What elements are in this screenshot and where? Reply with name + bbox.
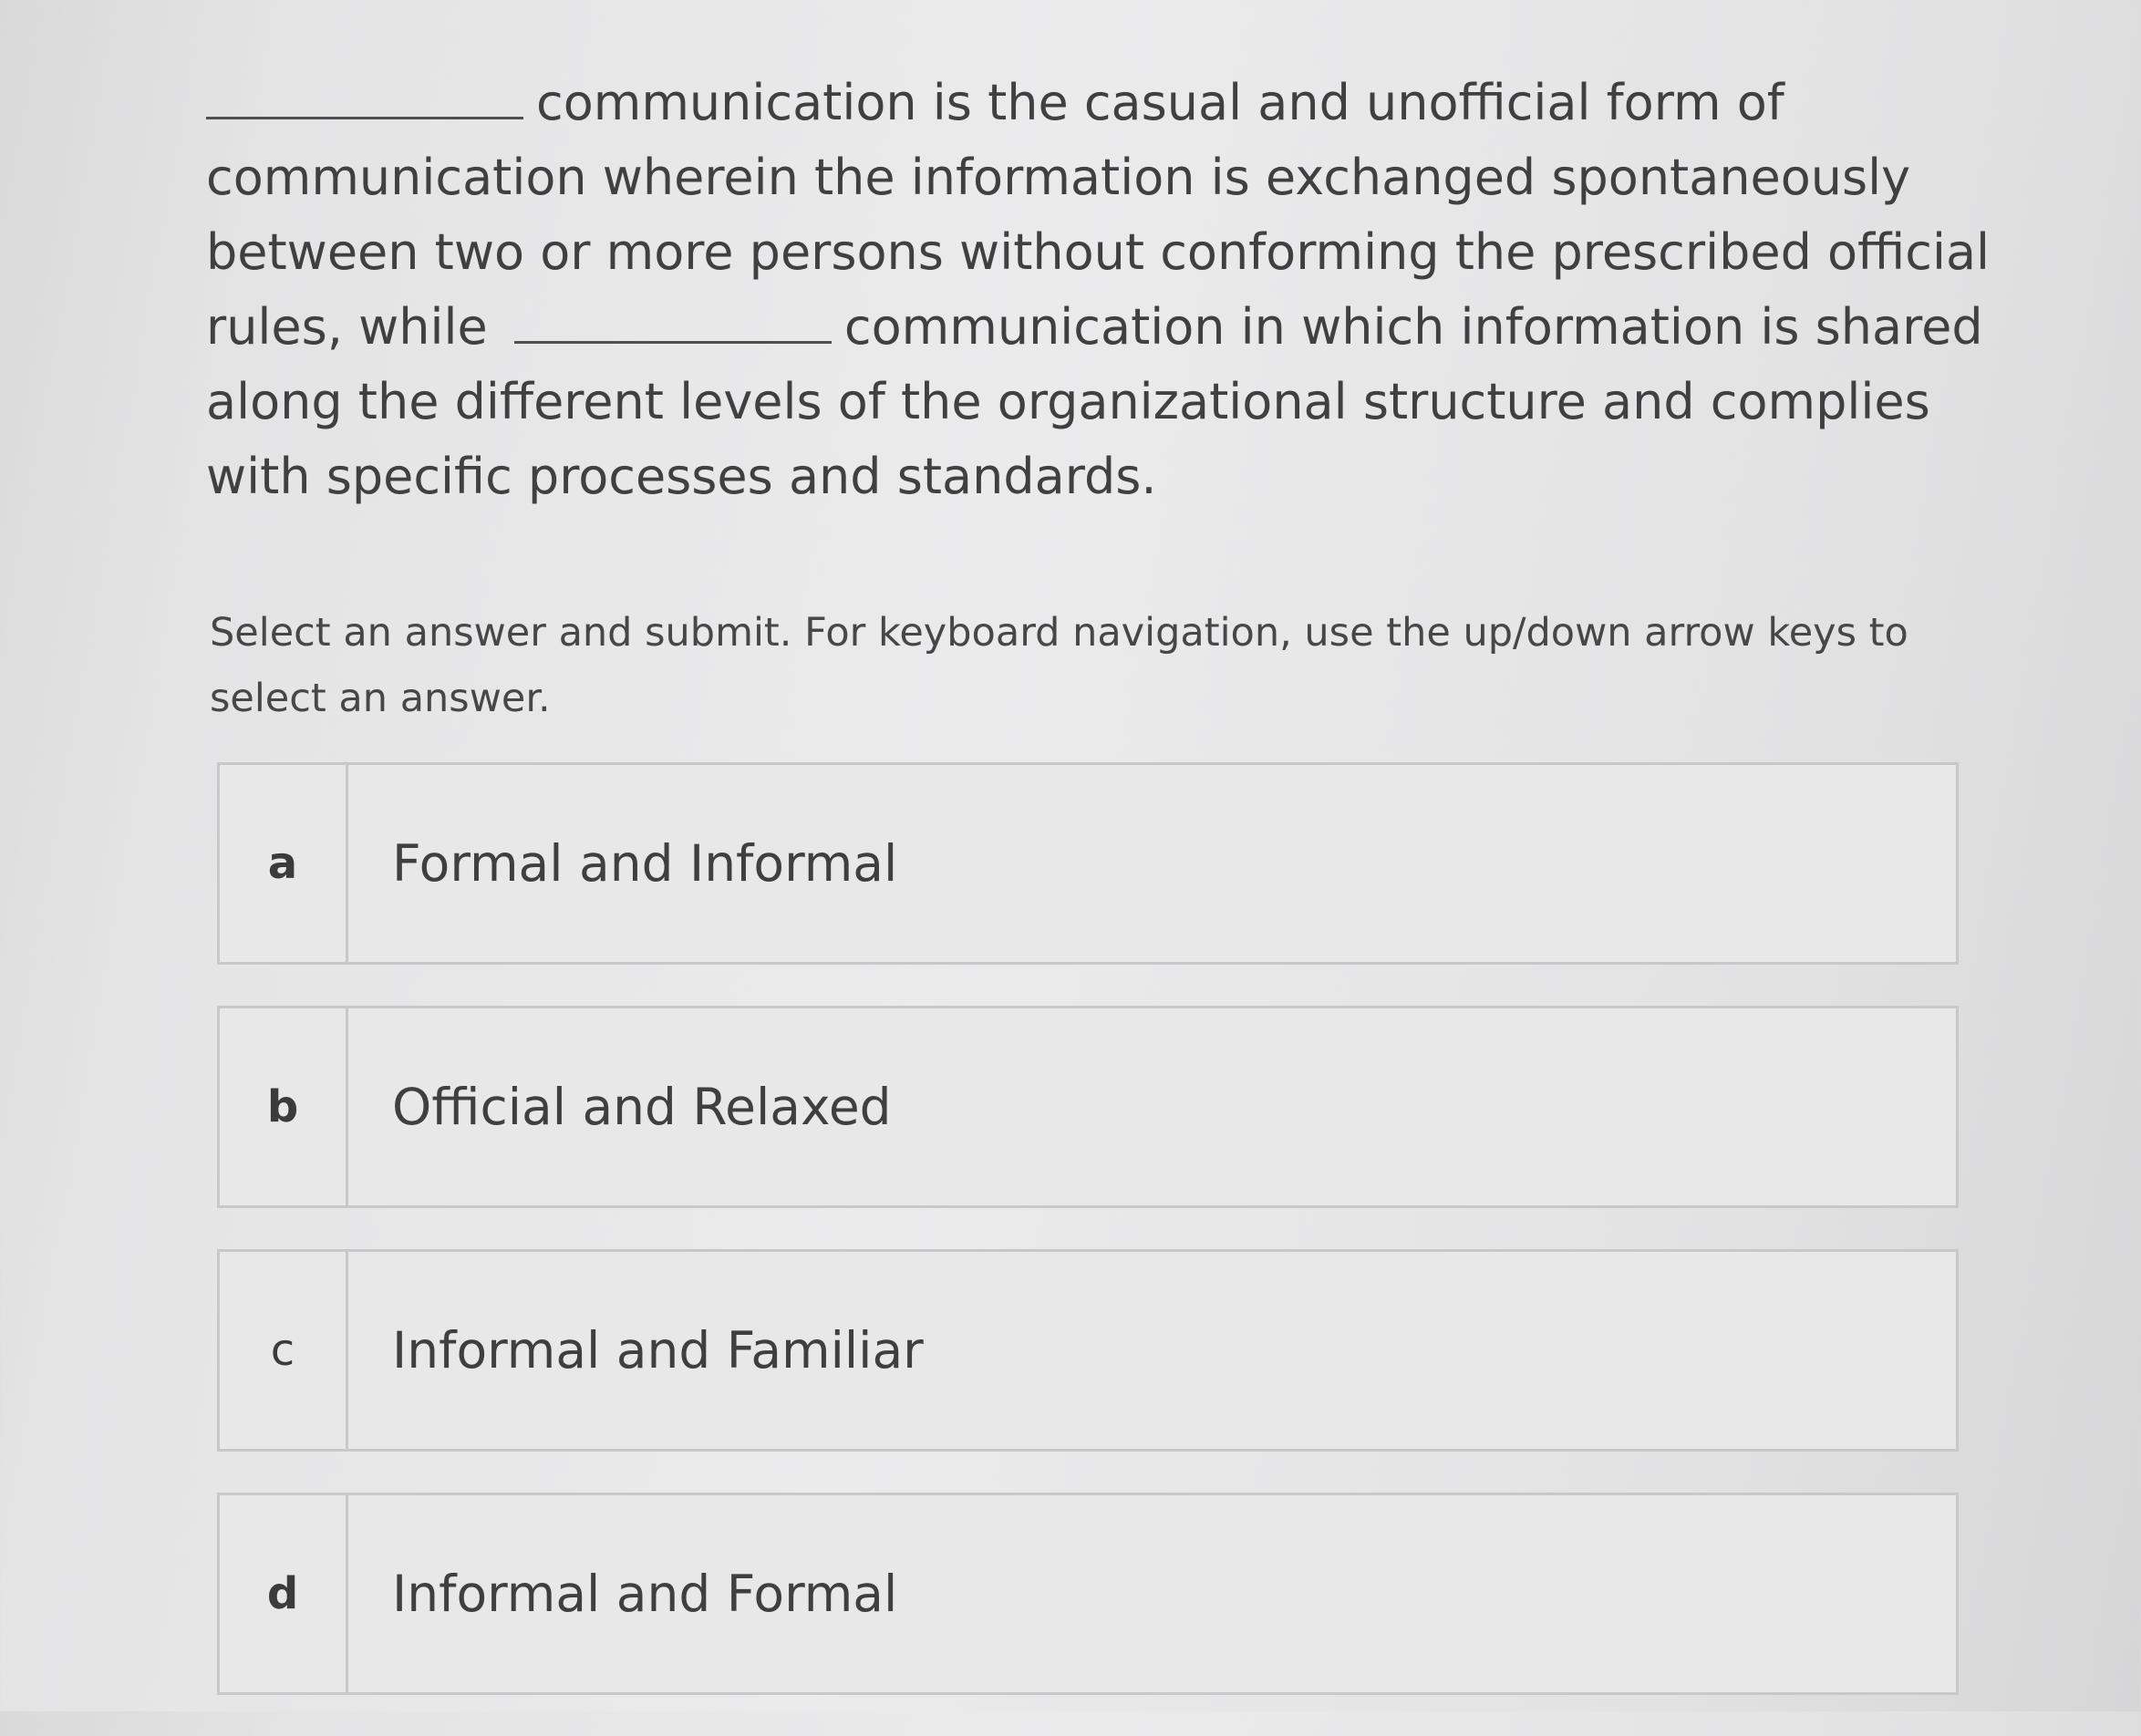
answer-options: a Formal and Informal b Official and Rel… (217, 762, 1959, 1736)
answer-blank-2 (513, 341, 832, 344)
question-page: communication is the casual and unoffici… (0, 0, 2141, 1711)
question-text: communication is the casual and unoffici… (206, 66, 1993, 514)
option-d[interactable]: d Informal and Formal (217, 1493, 1959, 1695)
option-label: Official and Relaxed (392, 1078, 892, 1136)
answer-blank-1 (206, 117, 523, 119)
option-letter: d (220, 1495, 348, 1692)
option-letter: b (220, 1008, 348, 1205)
option-a[interactable]: a Formal and Informal (217, 762, 1959, 965)
option-label: Informal and Familiar (392, 1321, 924, 1380)
option-label: Informal and Formal (392, 1565, 898, 1623)
option-c[interactable]: c Informal and Familiar (217, 1249, 1959, 1452)
option-letter: c (220, 1252, 348, 1449)
instructions-text: Select an answer and submit. For keyboar… (210, 610, 1908, 721)
option-label: Formal and Informal (392, 834, 898, 893)
option-b[interactable]: b Official and Relaxed (217, 1006, 1959, 1208)
option-letter: a (220, 765, 348, 962)
